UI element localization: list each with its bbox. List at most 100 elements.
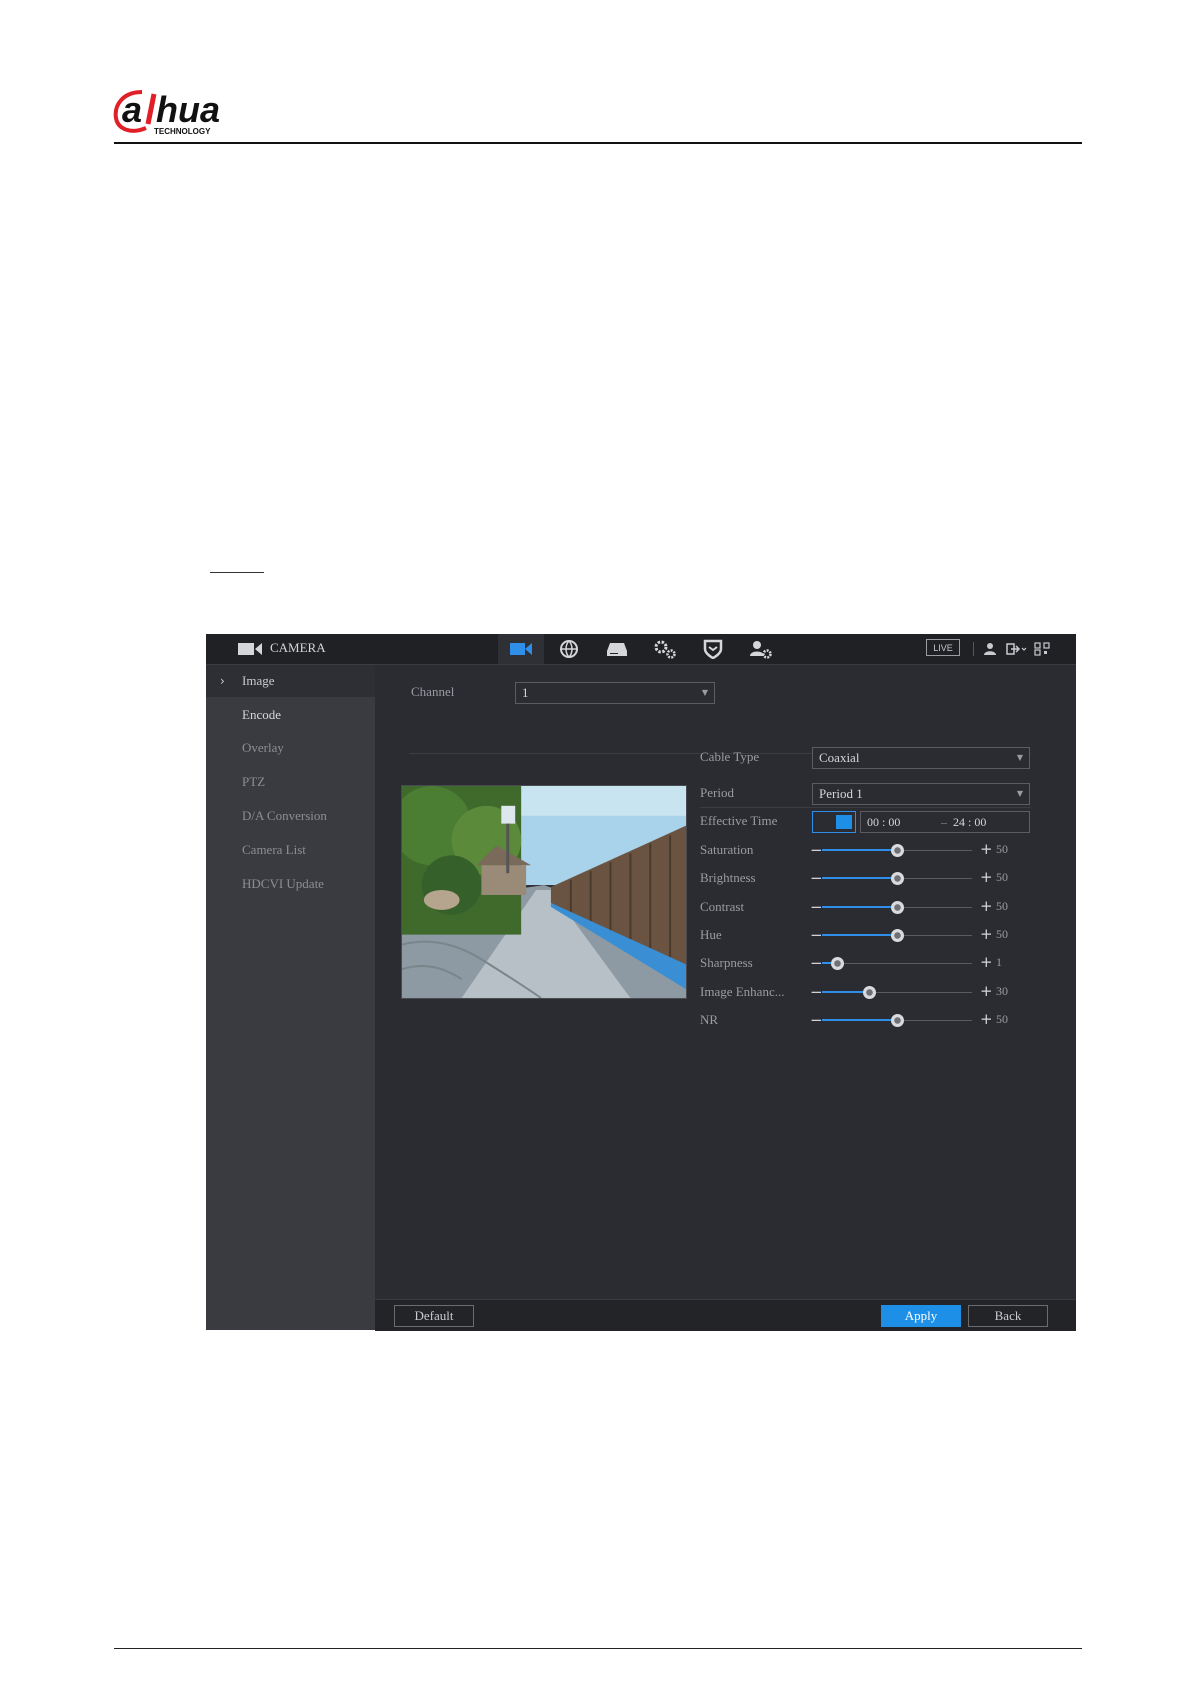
slider-thumb[interactable] xyxy=(891,928,904,942)
channel-label: Channel xyxy=(411,684,455,699)
sidebar-item-ptz[interactable]: PTZ xyxy=(206,766,375,798)
slider-sharpness: Sharpness − +1 xyxy=(700,952,1040,976)
period-value: Period 1 xyxy=(819,786,863,801)
camera-icon xyxy=(238,643,262,655)
step-underline xyxy=(210,572,264,573)
plus-icon[interactable]: + xyxy=(980,897,993,915)
user-icon[interactable] xyxy=(982,642,998,656)
slider-value: 50 xyxy=(996,842,1008,856)
svg-text:a: a xyxy=(122,89,142,130)
slider-thumb[interactable] xyxy=(862,985,876,999)
slider-label: Hue xyxy=(700,926,722,942)
nav-storage-icon[interactable] xyxy=(594,634,640,664)
plus-icon[interactable]: + xyxy=(980,1010,993,1028)
slider-track[interactable] xyxy=(822,957,972,971)
channel-value: 1 xyxy=(522,685,529,700)
slider-fill xyxy=(822,1018,897,1021)
sidebar-item-overlay[interactable]: Overlay xyxy=(206,732,375,764)
nav-account-settings-icon[interactable] xyxy=(738,634,784,664)
slider-label: Brightness xyxy=(700,870,756,886)
cable-type-label: Cable Type xyxy=(700,749,760,764)
slider-track[interactable] xyxy=(822,1013,972,1027)
main-panel: Channel 1 ▼ Cable Type Coaxial ▼ Period … xyxy=(375,665,1076,1331)
nav-security-shield-icon[interactable] xyxy=(690,634,736,664)
period-select[interactable]: Period 1 ▼ xyxy=(812,783,1030,805)
sidebar-item-label: Image xyxy=(242,673,275,688)
plus-icon[interactable]: + xyxy=(980,868,993,886)
nav-camera-icon[interactable] xyxy=(498,634,544,664)
back-button[interactable]: Back xyxy=(968,1305,1048,1327)
camera-settings-window: CAMERA LIVE › Image Encode Overlay PTZ D… xyxy=(206,634,1076,1331)
sidebar-item-label: Camera List xyxy=(242,842,306,857)
cable-type-select[interactable]: Coaxial ▼ xyxy=(812,747,1030,769)
slider-value: 30 xyxy=(996,983,1008,998)
effective-time-label: Effective Time xyxy=(700,813,778,828)
slider-fill xyxy=(822,905,897,908)
slider-fill xyxy=(822,990,869,993)
slider-label: Saturation xyxy=(700,842,754,857)
sidebar-item-label: HDCVI Update xyxy=(242,876,324,891)
slider-track[interactable] xyxy=(822,900,972,914)
toolbar-separator xyxy=(973,642,974,656)
time-start: 00 : 00 xyxy=(867,815,901,829)
slider-value: 50 xyxy=(996,898,1008,913)
slider-fill xyxy=(822,877,897,880)
qr-code-icon[interactable] xyxy=(1034,642,1050,656)
plus-icon[interactable]: + xyxy=(980,953,993,971)
plus-icon[interactable]: + xyxy=(980,982,993,1000)
slider-track[interactable] xyxy=(822,928,972,942)
period-label: Period xyxy=(700,785,734,800)
dropdown-arrow-icon: ▼ xyxy=(701,688,708,697)
minus-icon[interactable]: − xyxy=(810,926,823,944)
slider-image-enhanc: Image Enhanc... − +30 xyxy=(700,981,1040,1005)
sidebar-item-label: Overlay xyxy=(242,740,284,755)
minus-icon[interactable]: − xyxy=(810,1011,823,1029)
slider-value: 50 xyxy=(996,926,1008,941)
slider-track[interactable] xyxy=(822,872,972,886)
slider-contrast: Contrast − +50 xyxy=(700,896,1040,920)
slider-track[interactable] xyxy=(822,985,972,999)
apply-button[interactable]: Apply xyxy=(881,1305,961,1327)
effective-time-toggle[interactable] xyxy=(812,811,856,833)
header-rule xyxy=(114,142,1082,144)
dropdown-arrow-icon: ▼ xyxy=(1016,789,1023,798)
slider-thumb[interactable] xyxy=(891,900,904,914)
slider-thumb[interactable] xyxy=(831,957,844,971)
footer-rule xyxy=(114,1648,1082,1649)
default-button[interactable]: Default xyxy=(394,1305,474,1327)
slider-label: Image Enhanc... xyxy=(700,983,785,999)
svg-text:hua: hua xyxy=(156,89,220,130)
slider-value: 1 xyxy=(996,955,1002,970)
slider-thumb[interactable] xyxy=(891,844,904,857)
slider-track[interactable] xyxy=(822,844,972,857)
slider-value: 50 xyxy=(996,1011,1008,1026)
slider-thumb[interactable] xyxy=(891,872,904,886)
sidebar-item-encode[interactable]: Encode xyxy=(206,699,375,731)
slider-thumb[interactable] xyxy=(891,1013,904,1027)
slider-fill xyxy=(822,849,897,851)
minus-icon[interactable]: − xyxy=(810,841,823,859)
channel-select[interactable]: 1 ▼ xyxy=(515,682,715,704)
minus-icon[interactable]: − xyxy=(810,869,823,887)
minus-icon[interactable]: − xyxy=(810,898,823,916)
sidebar-item-image[interactable]: › Image xyxy=(206,665,375,697)
nav-system-settings-icon[interactable] xyxy=(642,634,688,664)
slider-saturation: Saturation − +50 xyxy=(700,839,1040,863)
slider-hue: Hue − +50 xyxy=(700,924,1040,948)
slider-fill xyxy=(822,933,897,936)
plus-icon[interactable]: + xyxy=(980,840,993,858)
sidebar-item-hdcvi-update[interactable]: HDCVI Update xyxy=(206,868,375,900)
chevron-right-icon: › xyxy=(220,674,225,688)
effective-time-field[interactable]: 00 : 00 – 24 : 00 xyxy=(860,811,1030,833)
logout-icon[interactable] xyxy=(1006,642,1028,656)
plus-icon[interactable]: + xyxy=(980,925,993,943)
minus-icon[interactable]: − xyxy=(810,983,823,1001)
nav-network-icon[interactable] xyxy=(546,634,592,664)
toggle-indicator xyxy=(836,815,852,829)
live-button[interactable]: LIVE xyxy=(926,639,960,656)
bottom-bar: Default Apply Back xyxy=(375,1299,1076,1331)
sidebar-item-camera-list[interactable]: Camera List xyxy=(206,834,375,866)
sidebar-item-da-conversion[interactable]: D/A Conversion xyxy=(206,800,375,832)
camera-preview-image xyxy=(401,785,687,999)
minus-icon[interactable]: − xyxy=(810,954,823,972)
